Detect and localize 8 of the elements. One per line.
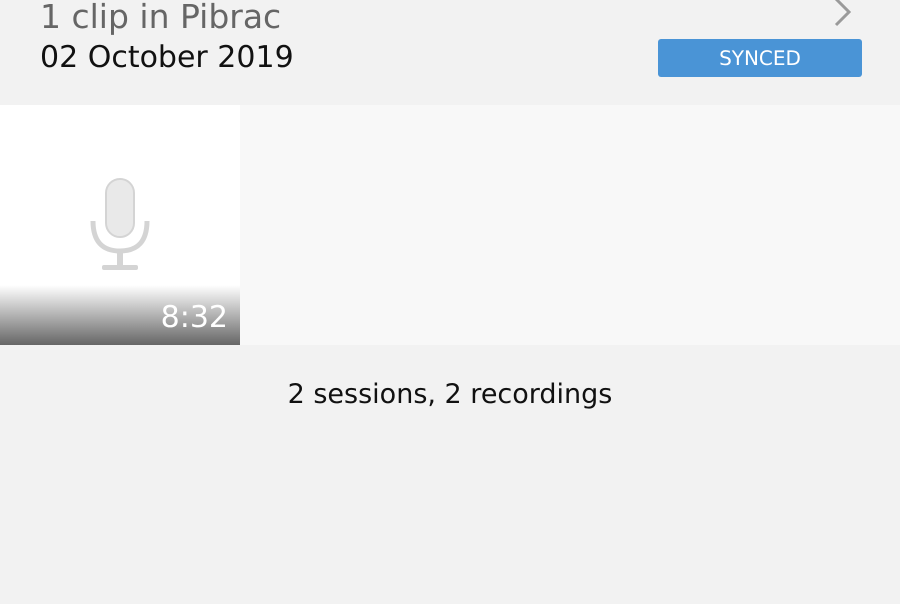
title: 1 clip in Pibrac: [40, 0, 282, 36]
chevron-right-icon[interactable]: [833, 0, 853, 27]
summary-text: 2 sessions, 2 recordings: [286, 379, 614, 410]
status-badge: SYNCED: [658, 39, 862, 77]
clip-thumbnail[interactable]: 8:32: [0, 105, 240, 345]
clip-duration: 8:32: [160, 301, 228, 335]
date: 02 October 2019: [40, 39, 294, 77]
microphone-icon: [90, 177, 150, 273]
